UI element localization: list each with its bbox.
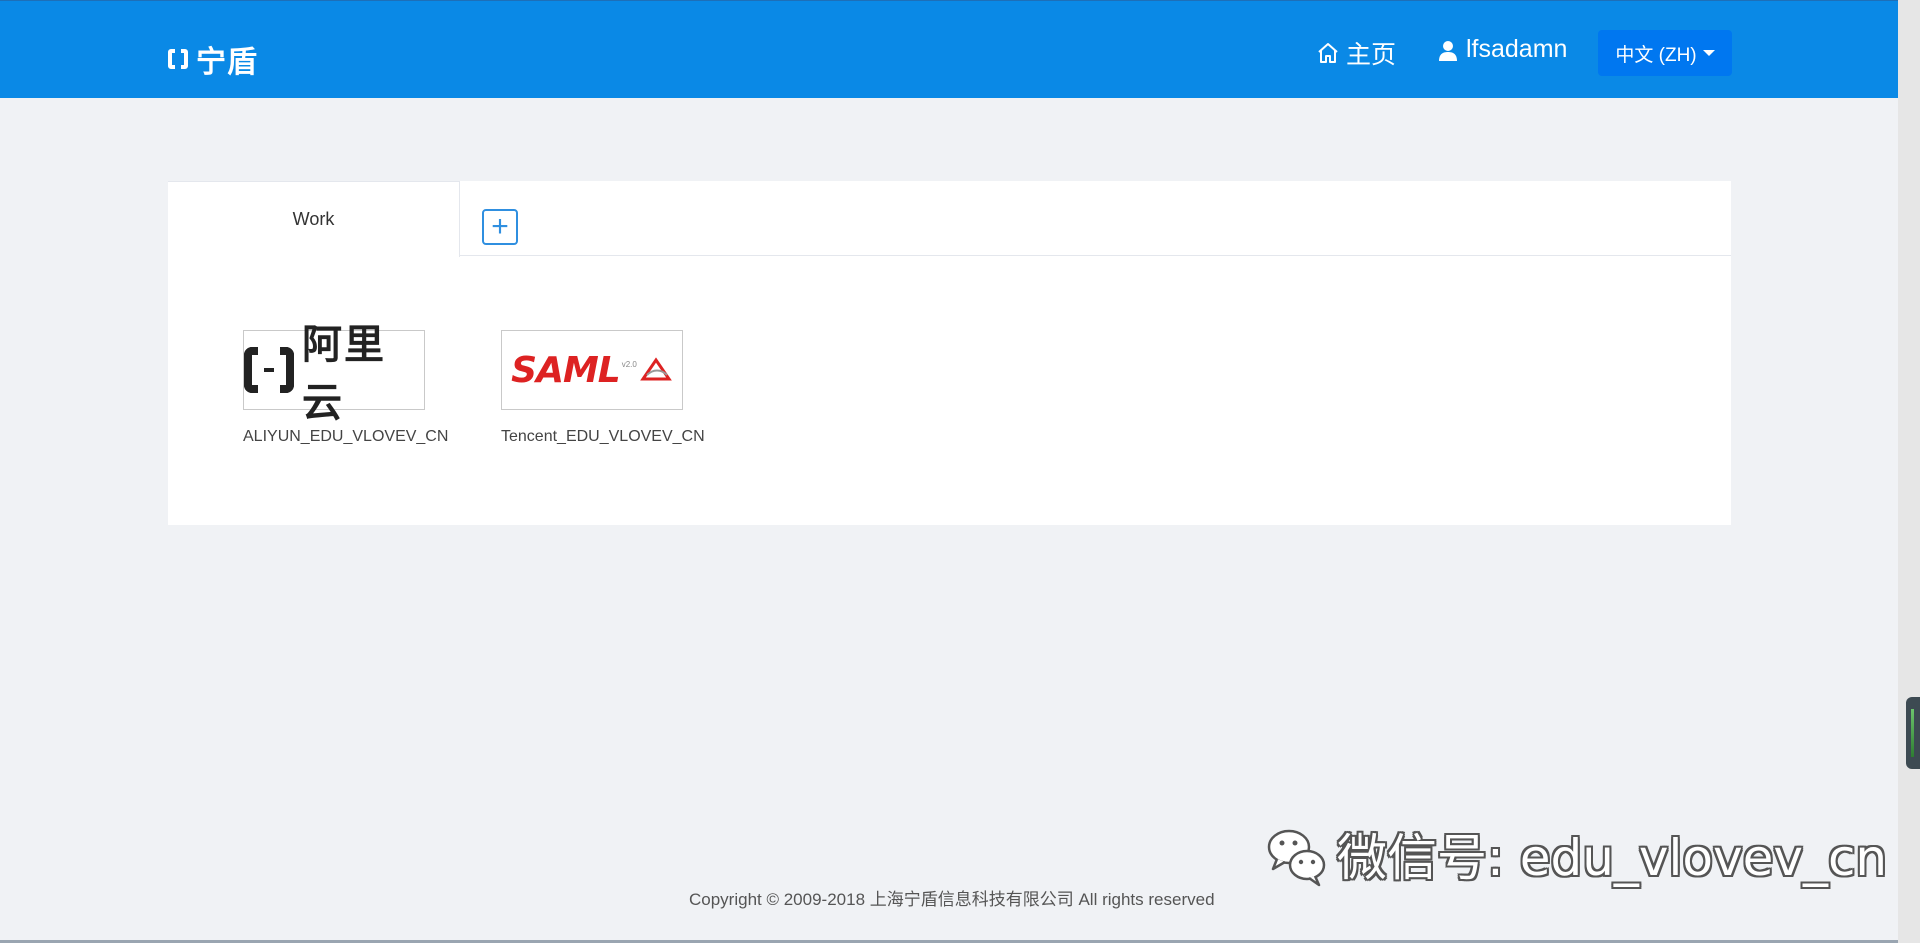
language-label: 中文 (ZH) — [1615, 44, 1697, 66]
nav-home-label: 主页 — [1346, 41, 1397, 69]
tab-work-label: Work — [292, 209, 335, 229]
wechat-watermark: 微信号: edu_vlovev_cn — [1265, 818, 1887, 890]
nav-user-label: lfsadamn — [1466, 35, 1568, 63]
logo-text: 宁盾 — [196, 45, 258, 80]
logo-mark-icon — [168, 48, 188, 70]
watermark-text: 微信号: edu_vlovev_cn — [1337, 829, 1888, 887]
saml-version: v2.0 — [621, 359, 637, 369]
screen: 宁盾 主页 lfsadamn 中文 (ZH) Work + 阿里云 ALIYUN… — [0, 0, 1920, 943]
nav-home-link[interactable]: 主页 — [1316, 35, 1396, 71]
brand-logo[interactable]: 宁盾 — [168, 37, 258, 81]
app-card: Work + 阿里云 ALIYUN_EDU_VLOVEV_CN SAML v2.… — [168, 181, 1731, 525]
aliyun-logo: 阿里云 — [244, 312, 424, 428]
side-widget-handle[interactable] — [1906, 697, 1920, 769]
saml-logo-thumb[interactable]: SAML v2.0 — [501, 330, 683, 410]
copyright-text: Copyright © 2009-2018 上海宁盾信息科技有限公司 All r… — [689, 890, 1215, 909]
saml-logo-text: SAML — [511, 349, 621, 391]
wechat-icon — [1267, 829, 1326, 887]
plus-icon: + — [491, 210, 509, 243]
page-scrollbar[interactable] — [1898, 0, 1920, 943]
app-label-tencent[interactable]: Tencent_EDU_VLOVEV_CN — [501, 428, 705, 446]
app-tile-aliyun[interactable]: 阿里云 ALIYUN_EDU_VLOVEV_CN — [243, 322, 448, 446]
caret-down-icon — [1702, 50, 1715, 56]
language-dropdown[interactable]: 中文 (ZH) — [1598, 30, 1732, 76]
tab-work[interactable]: Work — [168, 181, 460, 257]
saml-logo: SAML v2.0 — [511, 350, 673, 391]
nav-user-menu[interactable]: lfsadamn — [1436, 35, 1567, 64]
top-header: 宁盾 主页 lfsadamn 中文 (ZH) — [0, 0, 1898, 98]
app-label-aliyun[interactable]: ALIYUN_EDU_VLOVEV_CN — [243, 428, 448, 446]
aliyun-logo-thumb[interactable]: 阿里云 — [243, 322, 425, 426]
saml-swoosh-icon — [639, 357, 672, 381]
tabs-bar: Work + — [168, 181, 1731, 257]
app-tile-tencent[interactable]: SAML v2.0 Tencent_EDU_VLOVEV_CN — [501, 330, 705, 446]
aliyun-mark-icon — [244, 347, 294, 393]
home-icon — [1318, 43, 1338, 63]
aliyun-logo-text: 阿里云 — [302, 322, 386, 426]
user-icon — [1439, 40, 1457, 61]
add-tab-button[interactable]: + — [482, 209, 518, 245]
